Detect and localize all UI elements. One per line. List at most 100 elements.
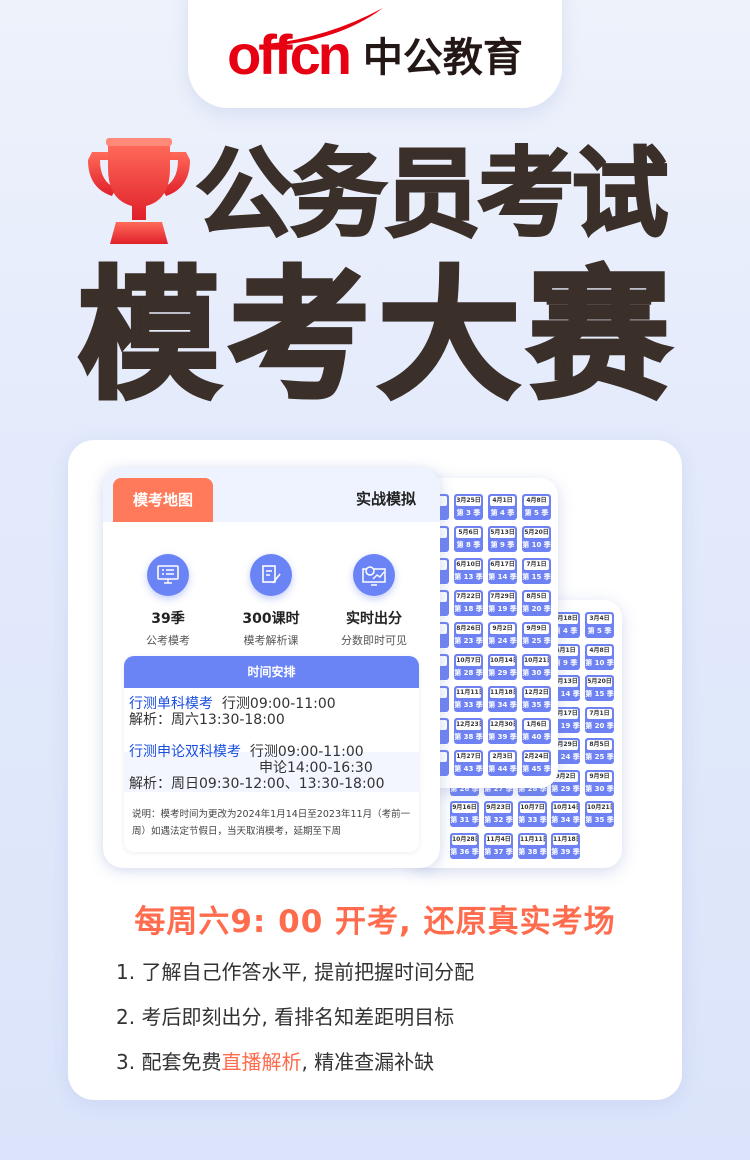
tile-date: 11月11日 [456,688,481,698]
tile-season: 第 43 季 [454,765,483,773]
tile-season: 第 25 季 [522,637,551,645]
tile-season: 第 30 季 [522,669,551,677]
tile-season: 第 10 季 [522,541,551,549]
tile-date: 9月16日 [452,803,477,813]
feature-subtitle: 公考模考 [146,634,190,647]
feature-subtitle: 模考解析课 [243,634,299,647]
feature-lessons: 300课时 模考解析课 [216,554,326,648]
tile-date: 6月17日 [490,560,515,570]
calendar-tile: 4月8日第 5 季 [522,494,551,520]
feature-title: 实时出分 [346,611,402,627]
single-exam-analysis: 解析：周六13:30-18:00 [129,712,285,728]
benefit-text: , 精准查漏补缺 [301,1050,435,1074]
tile-season: 第 8 季 [456,541,481,549]
title-line-1: 公务员考试 [195,137,670,252]
tile-date: 11月4日 [486,834,511,845]
calendar-tile: 7月1日第 20 季 [585,706,614,733]
tile-date: 3月4日 [587,614,612,624]
feature-title: 300课时 [242,611,300,627]
tile-date: 10月14日 [553,803,578,813]
tile-date: 2月3日 [490,752,515,762]
calendar-tile: 7月22日第 18 季 [454,590,483,616]
tile-date: 7月29日 [490,592,515,602]
calendar-tile: 4月1日第 4 季 [488,494,517,520]
tab-exam-map[interactable]: 模考地图 [113,478,213,522]
tile-date: 7月1日 [524,560,549,570]
calendar-tile: 8月26日第 23 季 [454,622,483,648]
tile-date: 10月7日 [456,656,481,666]
calendar-tile: 2月24日第 45 季 [522,750,551,776]
calendar-tile: 12月23日第 38 季 [454,718,483,744]
tile-season: 第 36 季 [450,847,479,856]
benefit-item: 1. 了解自己作答水平, 提前把握时间分配 [116,960,475,984]
calendar-tile: 3月25日第 3 季 [454,494,483,520]
tile-date: 5月6日 [456,528,481,538]
calendar-tile: 10月14日第 34 季 [551,801,580,827]
calendar-tile: 10月21日第 30 季 [522,654,551,680]
tile-date: 10月21日 [587,803,612,813]
tile-season: 第 5 季 [587,627,612,635]
document-pen-icon [250,554,292,596]
calendar-tile: 1月27日第 43 季 [454,750,483,776]
tile-season: 第 44 季 [488,765,517,773]
double-exam-name: 行测申论双科模考 [129,744,241,760]
tile-date: 11月18日 [490,688,515,698]
tile-date: 5月20日 [587,677,612,687]
tile-season: 第 4 季 [490,509,515,517]
calendar-tile: 8月5日第 25 季 [585,738,614,764]
calendar-tile: 12月2日第 35 季 [522,686,551,712]
benefit-highlight: 直播解析 [221,1050,302,1074]
tile-season: 第 3 季 [456,509,481,517]
benefit-text: 3. 配套免费 [116,1050,222,1074]
tile-season: 第 14 季 [488,573,517,581]
single-exam-time: 行测09:00-11:00 [221,696,336,712]
tile-date: 4月1日 [490,496,515,506]
tile-date: 11月11日 [520,834,545,845]
map-card-header: 模考地图 实战模拟 [103,468,440,522]
tile-date: 4月8日 [587,645,612,656]
tile-season: 第 18 季 [454,605,483,613]
tile-season: 第 45 季 [522,765,551,773]
double-exam-line: 行测申论双科模考 行测09:00-11:00 [129,744,364,760]
tile-date: 10月14日 [490,656,515,666]
calendar-tile: 10月7日第 28 季 [454,654,483,680]
tile-season: 第 10 季 [585,658,614,667]
calendar-tile: 5月20日第 10 季 [522,526,551,552]
live-score-icon [353,554,395,596]
tile-date: 11月18日 [553,834,578,845]
calendar-tile: 12月30日第 39 季 [488,718,517,744]
calendar-tile: 5月20日第 15 季 [585,675,614,701]
tile-season: 第 28 季 [454,669,483,677]
tile-date: 9月9日 [524,624,549,634]
single-exam-line: 行测单科模考 行测09:00-11:00 [129,696,336,712]
tile-season: 第 29 季 [488,669,517,677]
calendar-tile: 8月5日第 20 季 [522,590,551,616]
calendar-tile: 9月9日第 25 季 [522,622,551,648]
calendar-tile: 6月10日第 13 季 [454,558,483,584]
tile-date: 7月1日 [587,708,612,719]
calendar-tile: 3月4日第 5 季 [585,612,614,638]
calendar-tile: 11月11日第 33 季 [454,686,483,712]
tile-season: 第 25 季 [585,753,614,761]
title-line-2: 模考大赛 [76,254,678,419]
tile-date: 8月26日 [456,624,481,634]
calendar-tile: 4月8日第 10 季 [585,643,614,670]
calendar-tile: 10月21日第 35 季 [585,801,614,827]
tile-season: 第 15 季 [522,573,551,581]
tab-practice[interactable]: 实战模拟 [356,488,416,509]
tile-season: 第 20 季 [522,605,551,613]
tile-season: 第 15 季 [585,690,614,698]
logo-header: offcn 中公教育 [188,0,562,108]
calendar-tile: 11月4日第 37 季 [484,832,513,859]
tile-date: 1月6日 [524,720,549,730]
calendar-tile: 10月14日第 29 季 [488,654,517,680]
tile-date: 6月10日 [456,560,481,570]
feature-title: 39季 [151,611,185,627]
tile-season: 第 38 季 [518,847,547,856]
tile-season: 第 34 季 [488,701,517,709]
tile-season: 第 31 季 [450,816,479,824]
headline: 每周六9: 00 开考, 还原真实考场 [134,904,616,940]
feature-realtime-score: 实时出分 分数即时可见 [319,554,429,648]
tile-season: 第 24 季 [488,637,517,645]
calendar-tile: 11月18日第 34 季 [488,686,517,712]
